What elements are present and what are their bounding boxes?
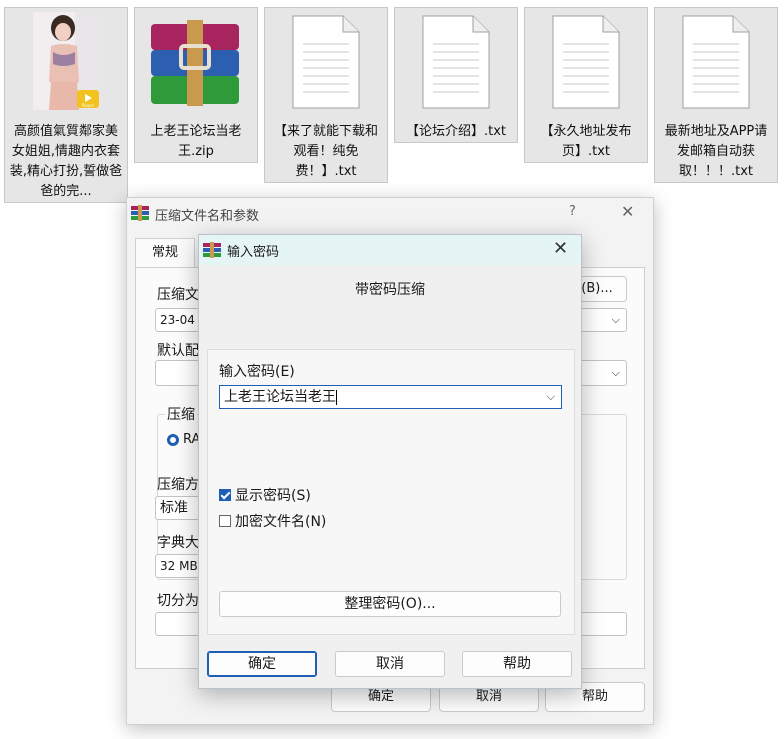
- text-file-icon: [552, 15, 620, 109]
- chevron-down-icon[interactable]: ⌵: [547, 386, 555, 408]
- encrypt-filenames-label[interactable]: 加密文件名(N): [235, 511, 326, 531]
- close-icon[interactable]: ✕: [553, 238, 568, 259]
- text-file-icon: [682, 15, 750, 109]
- password-value: 上老王论坛当老王: [224, 389, 336, 405]
- file-tile-txt-4[interactable]: 最新地址及APP请发邮箱自动获取！！！.txt: [654, 7, 778, 183]
- manage-passwords-button[interactable]: 整理密码(O)...: [219, 591, 561, 617]
- file-label: 最新地址及APP请发邮箱自动获取！！！.txt: [664, 124, 768, 179]
- show-password-label[interactable]: 显示密码(S): [235, 485, 311, 505]
- dictionary-label: 字典大: [157, 535, 199, 551]
- password-label: 输入密码(E): [219, 364, 295, 380]
- file-label: 上老王论坛当老王.zip: [150, 124, 242, 159]
- password-input[interactable]: 上老王论坛当老王 ⌵: [219, 385, 562, 409]
- file-tile-txt-3[interactable]: 【永久地址发布页】.txt: [524, 7, 648, 163]
- archive-name-label: 压缩文: [157, 287, 199, 303]
- rar-radio[interactable]: [167, 434, 179, 446]
- winrar-logo-icon: [203, 242, 221, 258]
- help-button[interactable]: 帮助: [462, 651, 572, 677]
- file-label: 【来了就能下载和观看！纯免费！】.txt: [273, 124, 378, 179]
- dialog-title: 压缩文件名和参数: [155, 209, 260, 224]
- winrar-logo-icon: [131, 205, 149, 221]
- winrar-archive-icon: [151, 20, 239, 106]
- archive-name-value: 23-04: [160, 313, 195, 327]
- text-file-icon: [422, 15, 490, 109]
- default-profile-label: 默认配: [157, 343, 199, 359]
- file-tile-zip[interactable]: 上老王论坛当老王.zip: [134, 7, 258, 163]
- file-label: 【论坛介绍】.txt: [405, 124, 507, 139]
- video-thumbnail-image: Player: [33, 12, 103, 110]
- tab-general[interactable]: 常规: [135, 238, 195, 268]
- ok-button[interactable]: 确定: [207, 651, 317, 677]
- text-caret: [336, 389, 337, 405]
- close-icon[interactable]: ✕: [621, 202, 634, 221]
- help-icon[interactable]: ?: [569, 204, 576, 219]
- dialog-title: 输入密码: [227, 245, 280, 260]
- file-label: 【永久地址发布页】.txt: [540, 124, 632, 159]
- text-file-icon: [292, 15, 360, 109]
- chevron-down-icon[interactable]: ⌵: [612, 362, 620, 384]
- chevron-down-icon[interactable]: ⌵: [612, 309, 620, 331]
- show-password-checkbox[interactable]: [219, 489, 231, 501]
- split-label: 切分为: [157, 593, 199, 609]
- file-label: 高颜值氣質鄰家美女姐姐,情趣内衣套装,精心打扮,誓做爸爸的完...: [9, 124, 123, 199]
- file-tile-video[interactable]: Player 高颜值氣質鄰家美女姐姐,情趣内衣套装,精心打扮,誓做爸爸的完...: [4, 7, 128, 203]
- cancel-button[interactable]: 取消: [335, 651, 445, 677]
- method-label: 压缩方: [157, 477, 199, 493]
- format-group-label: 压缩: [165, 404, 197, 424]
- password-dialog: 输入密码 ✕ 带密码压缩 输入密码(E) 上老王论坛当老王 ⌵ 显示密码(S) …: [198, 234, 582, 689]
- encrypt-filenames-checkbox[interactable]: [219, 515, 231, 527]
- file-tile-txt-1[interactable]: 【来了就能下载和观看！纯免费！】.txt: [264, 7, 388, 183]
- file-tile-txt-2[interactable]: 【论坛介绍】.txt: [394, 7, 518, 143]
- player-badge-label: Player: [82, 103, 95, 108]
- dialog-heading: 带密码压缩: [355, 282, 425, 298]
